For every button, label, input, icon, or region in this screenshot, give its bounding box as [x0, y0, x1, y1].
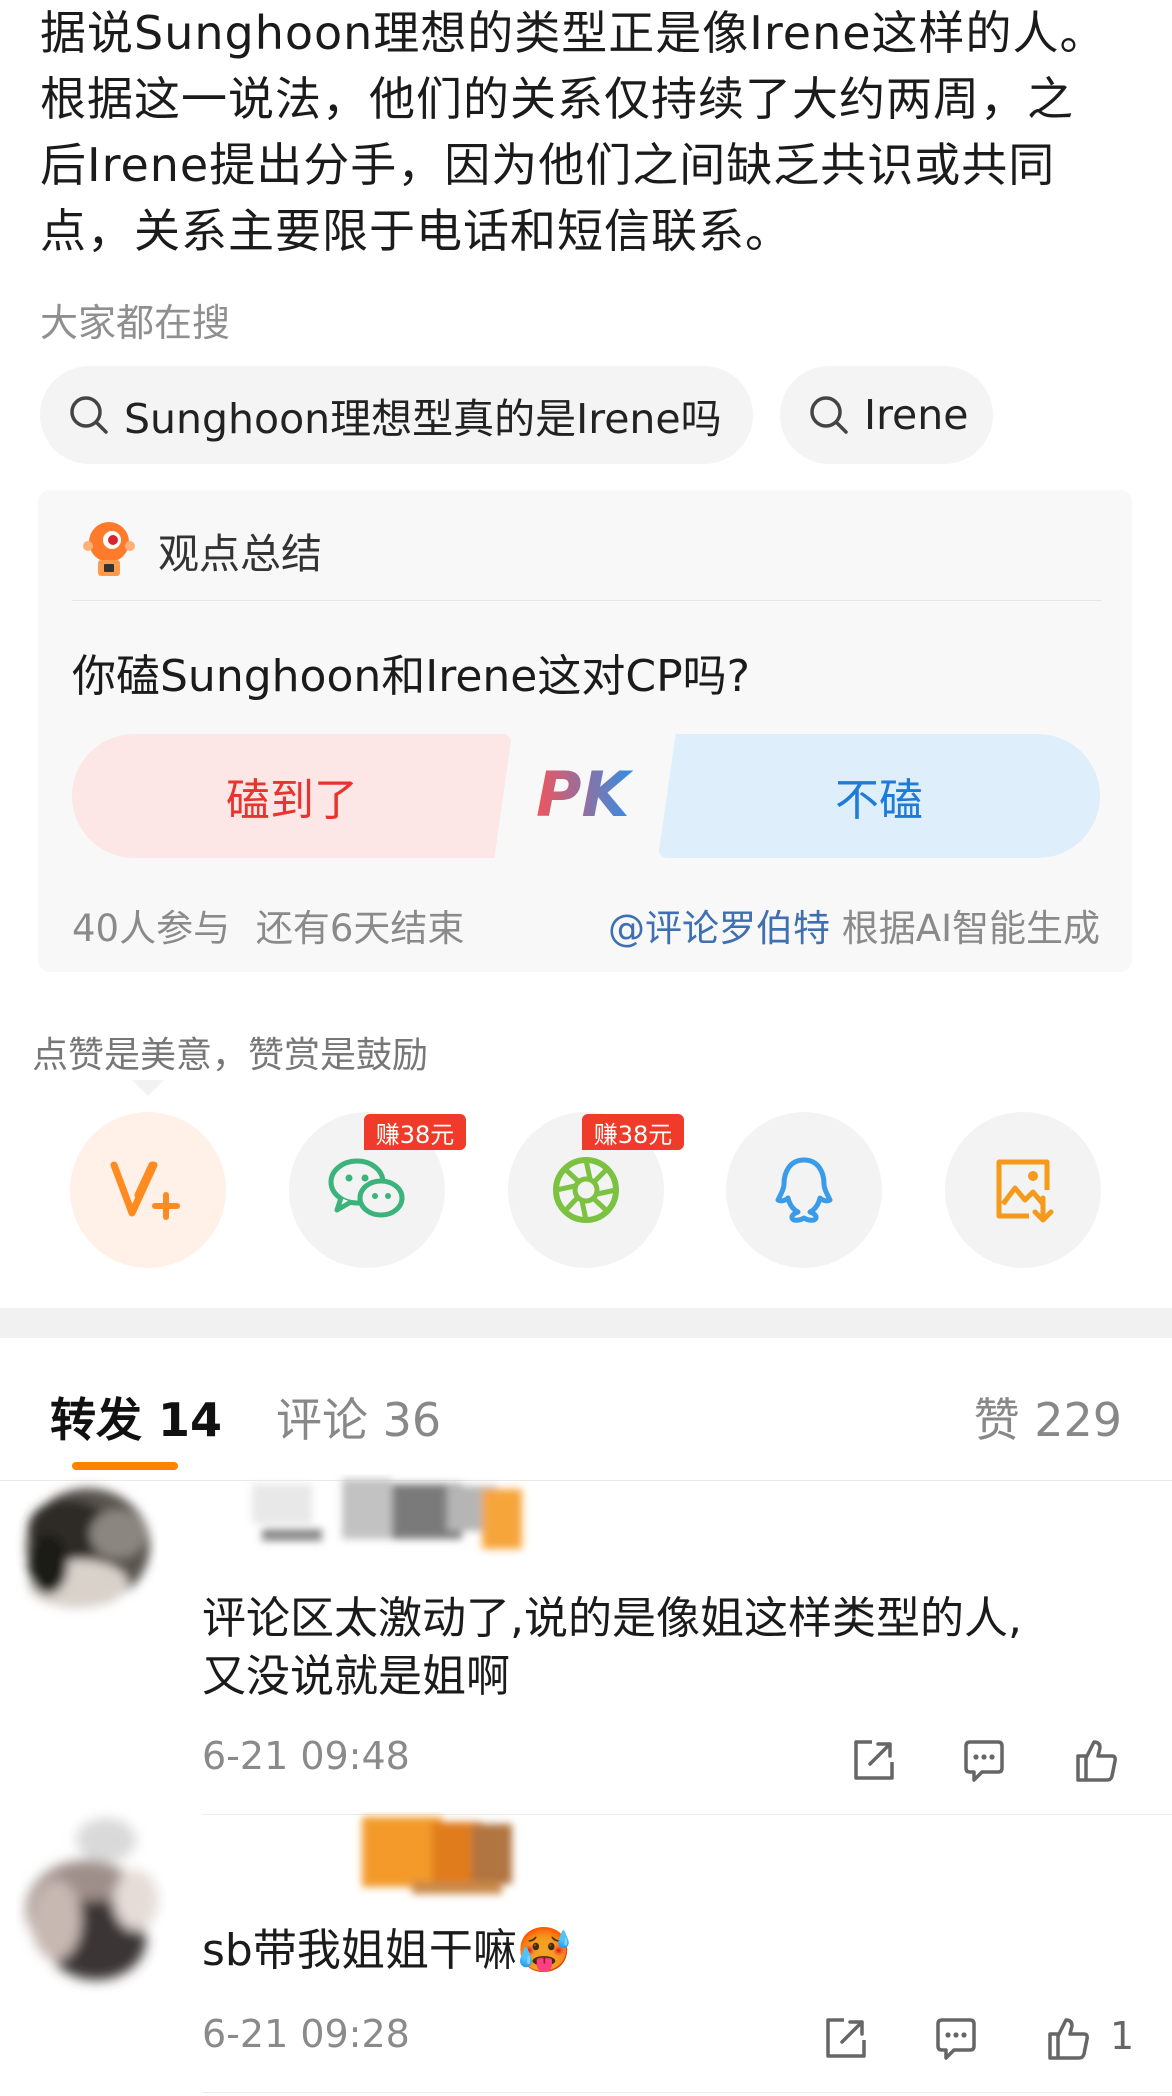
username-redacted[interactable] [352, 1812, 532, 1902]
search-icon [70, 396, 108, 434]
vote-no-button[interactable]: 不磕 [658, 734, 1100, 858]
ai-note: 根据AI智能生成 [841, 907, 1100, 950]
author-link[interactable]: @评论罗伯特 [608, 907, 830, 950]
divider [0, 1480, 1172, 1481]
repost-icon[interactable] [822, 2014, 870, 2062]
robot-mascot-icon [83, 522, 135, 576]
repost-icon[interactable] [850, 1736, 898, 1784]
opinion-summary-title: 观点总结 [158, 530, 322, 578]
wechat-icon [328, 1158, 405, 1218]
like-count: 1 [1110, 2014, 1135, 2058]
divider [202, 2092, 1172, 2093]
article-line: 根据这一说法，他们的关系仅持续了大约两周，之 [40, 72, 1074, 126]
reward-v-icon [110, 1161, 180, 1220]
qq-icon [775, 1157, 833, 1223]
pk-logo-icon: PK [536, 758, 633, 831]
divider [202, 1814, 1172, 1815]
vote-yes-button[interactable]: 磕到了 [72, 734, 512, 858]
username-redacted[interactable] [242, 1474, 542, 1564]
tab-repost[interactable]: 转发 14 [50, 1384, 222, 1450]
earn-badge: 赚38元 [582, 1114, 684, 1150]
participant-count: 40人参与 [72, 907, 231, 950]
save-image-button[interactable] [945, 1112, 1101, 1268]
article-line: 据说Sunghoon理想的类型正是像Irene这样的人。 [40, 6, 1107, 60]
article-body: 据说Sunghoon理想的类型正是像Irene这样的人。 根据这一说法，他们的关… [40, 0, 1140, 264]
comment-icon[interactable] [960, 1736, 1008, 1784]
section-separator [0, 1308, 1172, 1338]
tab-comment[interactable]: 评论 36 [276, 1384, 441, 1450]
tooltip-arrow [132, 1080, 164, 1096]
tab-like[interactable]: 赞 229 [974, 1384, 1122, 1450]
share-qq-button[interactable] [726, 1112, 882, 1268]
hot-search-chip-label: Irene [864, 391, 969, 439]
hot-search-chip-label: Sunghoon理想型真的是Irene吗 [124, 395, 722, 443]
hot-search-chip[interactable]: Sunghoon理想型真的是Irene吗 [40, 366, 753, 464]
avatar[interactable] [16, 1800, 166, 2010]
hot-search-title: 大家都在搜 [40, 301, 231, 345]
time-remaining: 还有6天结束 [255, 907, 465, 950]
search-icon [810, 396, 848, 434]
reward-button[interactable] [70, 1112, 226, 1268]
comment-time: 6-21 09:28 [202, 2012, 410, 2056]
reward-hint: 点赞是美意，赞赏是鼓励 [32, 1035, 429, 1076]
comment-time: 6-21 09:48 [202, 1734, 410, 1778]
comment-line: 评论区太激动了,说的是像姐这样类型的人, [202, 1593, 1022, 1644]
ai-attribution: @评论罗伯特 根据AI智能生成 [608, 898, 1100, 952]
comment-icon[interactable] [932, 2014, 980, 2062]
divider [72, 600, 1102, 601]
active-tab-indicator [72, 1462, 178, 1470]
poll-question: 你磕Sunghoon和Irene这对CP吗? [72, 651, 750, 702]
moments-icon [553, 1157, 619, 1223]
article-line: 后Irene提出分手，因为他们之间缺乏共识或共同 [40, 138, 1056, 192]
comment-line: 又没说就是姐啊 [202, 1651, 510, 1702]
article-line: 点，关系主要限于电话和短信联系。 [40, 204, 792, 258]
comment-text: 评论区太激动了,说的是像姐这样类型的人, 又没说就是姐啊 [202, 1590, 1142, 1706]
pk-text: PK [536, 758, 633, 831]
comment-text: sb带我姐姐干嘛🥵 [202, 1922, 1142, 1980]
thumbs-up-icon[interactable] [1072, 1736, 1120, 1784]
earn-badge: 赚38元 [364, 1114, 466, 1150]
poll-stats: 40人参与 还有6天结束 [72, 898, 464, 952]
thumbs-up-icon[interactable] [1044, 2014, 1092, 2062]
save-image-icon [996, 1159, 1054, 1223]
hot-search-chip[interactable]: Irene [780, 366, 993, 464]
comment-line: sb带我姐姐干嘛🥵 [202, 1925, 572, 1976]
avatar[interactable] [8, 1474, 158, 1624]
